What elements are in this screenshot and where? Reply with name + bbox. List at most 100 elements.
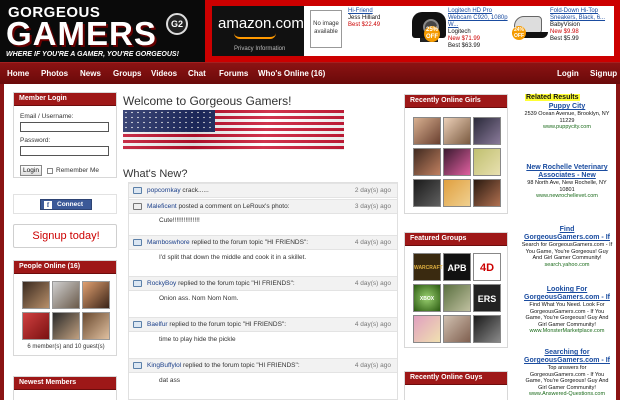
ad-product-3[interactable]: Fold-Down Hi-Top Sneakers, Black, 6... B… — [550, 8, 612, 43]
discount-badge: 24% OFF — [512, 26, 526, 40]
nav-home[interactable]: Home — [7, 69, 29, 78]
nav-groups[interactable]: Groups — [113, 69, 141, 78]
group-tile[interactable] — [473, 315, 501, 343]
group-tile[interactable] — [443, 315, 471, 343]
sponsored-result-url[interactable]: www.Answered-Questions.com — [521, 391, 613, 398]
member-photo[interactable] — [473, 179, 501, 207]
nav-videos[interactable]: Videos — [151, 69, 177, 78]
nav-login[interactable]: Login — [557, 69, 579, 78]
recently-online-girls-heading: Recently Online Girls — [405, 95, 507, 108]
sponsored-result-url[interactable]: www.MonsterMarketplace.com — [521, 328, 613, 335]
sponsored-result[interactable]: New Rochelle Veterinary Associates - New… — [521, 164, 613, 200]
sponsored-result-url[interactable]: search.yahoo.com — [521, 262, 613, 269]
page-title: Welcome to Gorgeous Gamers! — [123, 94, 292, 108]
forum-reply-icon — [133, 321, 142, 328]
nav-chat[interactable]: Chat — [188, 69, 206, 78]
activity-user-link[interactable]: popcornkay — [147, 187, 181, 194]
group-tile-warcraft[interactable]: WARCRAFT — [413, 253, 443, 281]
member-login-heading: Member Login — [14, 93, 116, 106]
facebook-connect-button[interactable]: f Connect — [40, 199, 92, 210]
recently-online-guys-box: Recently Online Guys — [404, 371, 508, 400]
activity-action: replied to the forum topic "HI FRIENDS": — [178, 280, 295, 287]
member-photo[interactable] — [443, 117, 471, 145]
activity-row: Maleficent posted a comment on LeRoux's … — [129, 199, 397, 214]
avatar[interactable] — [22, 281, 50, 309]
email-field[interactable] — [20, 122, 109, 132]
facebook-connect-box: f Connect — [13, 194, 117, 214]
ad-product-title[interactable]: Hi-Friend — [348, 8, 410, 15]
member-photo[interactable] — [413, 179, 441, 207]
group-tile-apb[interactable]: APB — [443, 253, 471, 281]
sponsored-result-title[interactable]: Find GorgeousGamers.com - If — [521, 226, 613, 242]
sponsored-result-text: 2539 Ocean Avenue, Brooklyn, NY 11229 — [524, 111, 610, 124]
sponsored-result-title[interactable]: Puppy City — [521, 103, 613, 111]
activity-user-link[interactable]: Mamboswhore — [147, 239, 190, 246]
ad-product-1[interactable]: Hi-Friend Jess Hilliard Best $22.49 — [348, 8, 410, 29]
activity-action: replied to the forum topic "HI FRIENDS": — [169, 321, 287, 328]
sponsored-result-url[interactable]: www.newrochellevet.com — [521, 193, 613, 200]
amazon-privacy-link[interactable]: Privacy Information — [234, 46, 285, 52]
sponsored-result-text: 98 North Ave, New Rochelle, NY 10801 — [527, 180, 607, 193]
activity-body: I'd split that down the middle and cook … — [159, 254, 307, 261]
avatar[interactable] — [52, 312, 80, 340]
activity-user-link[interactable]: Baelfur — [147, 321, 168, 328]
sponsored-result-text: Find What You Need. Look For GorgeousGam… — [525, 302, 609, 328]
remember-me-checkbox[interactable] — [47, 168, 53, 174]
activity-time: 4 day(s) ago — [354, 362, 391, 369]
nav-whos-online[interactable]: Who's Online (16) — [258, 69, 325, 78]
ad-product-price: Best $22.49 — [348, 22, 381, 28]
login-button[interactable]: Login — [20, 165, 42, 176]
activity-user-link[interactable]: RockyBoy — [147, 280, 176, 287]
amazon-ad-banner: amazon.com Privacy Information No image … — [212, 6, 614, 56]
sponsored-result[interactable]: Looking For GorgeousGamers.com - If Find… — [521, 286, 613, 335]
site-logo[interactable]: GORGEOUS GAMERS G2 WHERE IF YOU'RE A GAM… — [0, 0, 205, 62]
no-image-placeholder: No image available — [310, 10, 342, 48]
nav-signup[interactable]: Signup — [590, 69, 617, 78]
member-photo[interactable] — [413, 148, 441, 176]
sponsored-result-url[interactable]: www.puppycity.com — [521, 124, 613, 131]
member-photo[interactable] — [443, 148, 471, 176]
ad-product-2[interactable]: Logitech HD Pro Webcam C920, 1080p W... … — [448, 8, 510, 50]
people-online-heading: People Online (16) — [14, 261, 116, 274]
ad-product-title[interactable]: Logitech HD Pro Webcam C920, 1080p W... — [448, 8, 510, 29]
avatar[interactable] — [82, 281, 110, 309]
forum-reply-icon — [133, 239, 142, 246]
sponsored-result[interactable]: Find GorgeousGamers.com - If Search for … — [521, 226, 613, 268]
sponsored-result-title[interactable]: Searching for GorgeousGamers.com - If — [521, 349, 613, 365]
password-field[interactable] — [20, 146, 109, 156]
avatar[interactable] — [52, 281, 80, 309]
activity-user-link[interactable]: Maleficent — [147, 203, 177, 210]
nav-news[interactable]: News — [80, 69, 101, 78]
nav-forums[interactable]: Forums — [219, 69, 248, 78]
group-tile[interactable] — [413, 315, 441, 343]
related-results-label: Related Results — [525, 94, 580, 101]
remember-me-label: Remember Me — [56, 167, 99, 174]
ad-product-best-price: Best $5.99 — [550, 36, 579, 42]
group-tile-ers[interactable]: ERS — [473, 284, 501, 312]
ad-product-title[interactable]: Fold-Down Hi-Top Sneakers, Black, 6... — [550, 8, 612, 22]
forum-reply-icon — [133, 362, 142, 369]
group-tile-4d[interactable]: 4D — [473, 253, 501, 281]
sponsored-result-title[interactable]: Looking For GorgeousGamers.com - If — [521, 286, 613, 302]
member-login-box: Member Login Email / Username: Password:… — [13, 92, 117, 178]
activity-body: Cute!!!!!!!!!!!!!!! — [159, 217, 200, 224]
member-photo[interactable] — [473, 117, 501, 145]
people-online-count: 6 member(s) and 10 guest(s) — [27, 344, 105, 350]
activity-feed: popcornkay crack...... 2 day(s) ago Male… — [128, 182, 398, 400]
activity-action: crack...... — [182, 187, 209, 194]
avatar[interactable] — [22, 312, 50, 340]
sponsored-result[interactable]: Puppy City 2539 Ocean Avenue, Brooklyn, … — [521, 103, 613, 131]
nav-photos[interactable]: Photos — [41, 69, 68, 78]
main-nav: Home Photos News Groups Videos Chat Foru… — [0, 62, 620, 84]
member-photo[interactable] — [473, 148, 501, 176]
group-tile-xbox[interactable]: XBOX — [413, 284, 441, 312]
activity-user-link[interactable]: KingBuffylol — [147, 362, 181, 369]
member-photo[interactable] — [443, 179, 471, 207]
member-photo[interactable] — [413, 117, 441, 145]
sponsored-result-title[interactable]: New Rochelle Veterinary Associates - New — [521, 164, 613, 180]
group-tile[interactable] — [443, 284, 471, 312]
signup-today-button[interactable]: Signup today! — [13, 224, 117, 248]
sponsored-result[interactable]: Searching for GorgeousGamers.com - If To… — [521, 349, 613, 398]
avatar[interactable] — [82, 312, 110, 340]
amazon-logo[interactable]: amazon.com Privacy Information — [212, 6, 304, 56]
